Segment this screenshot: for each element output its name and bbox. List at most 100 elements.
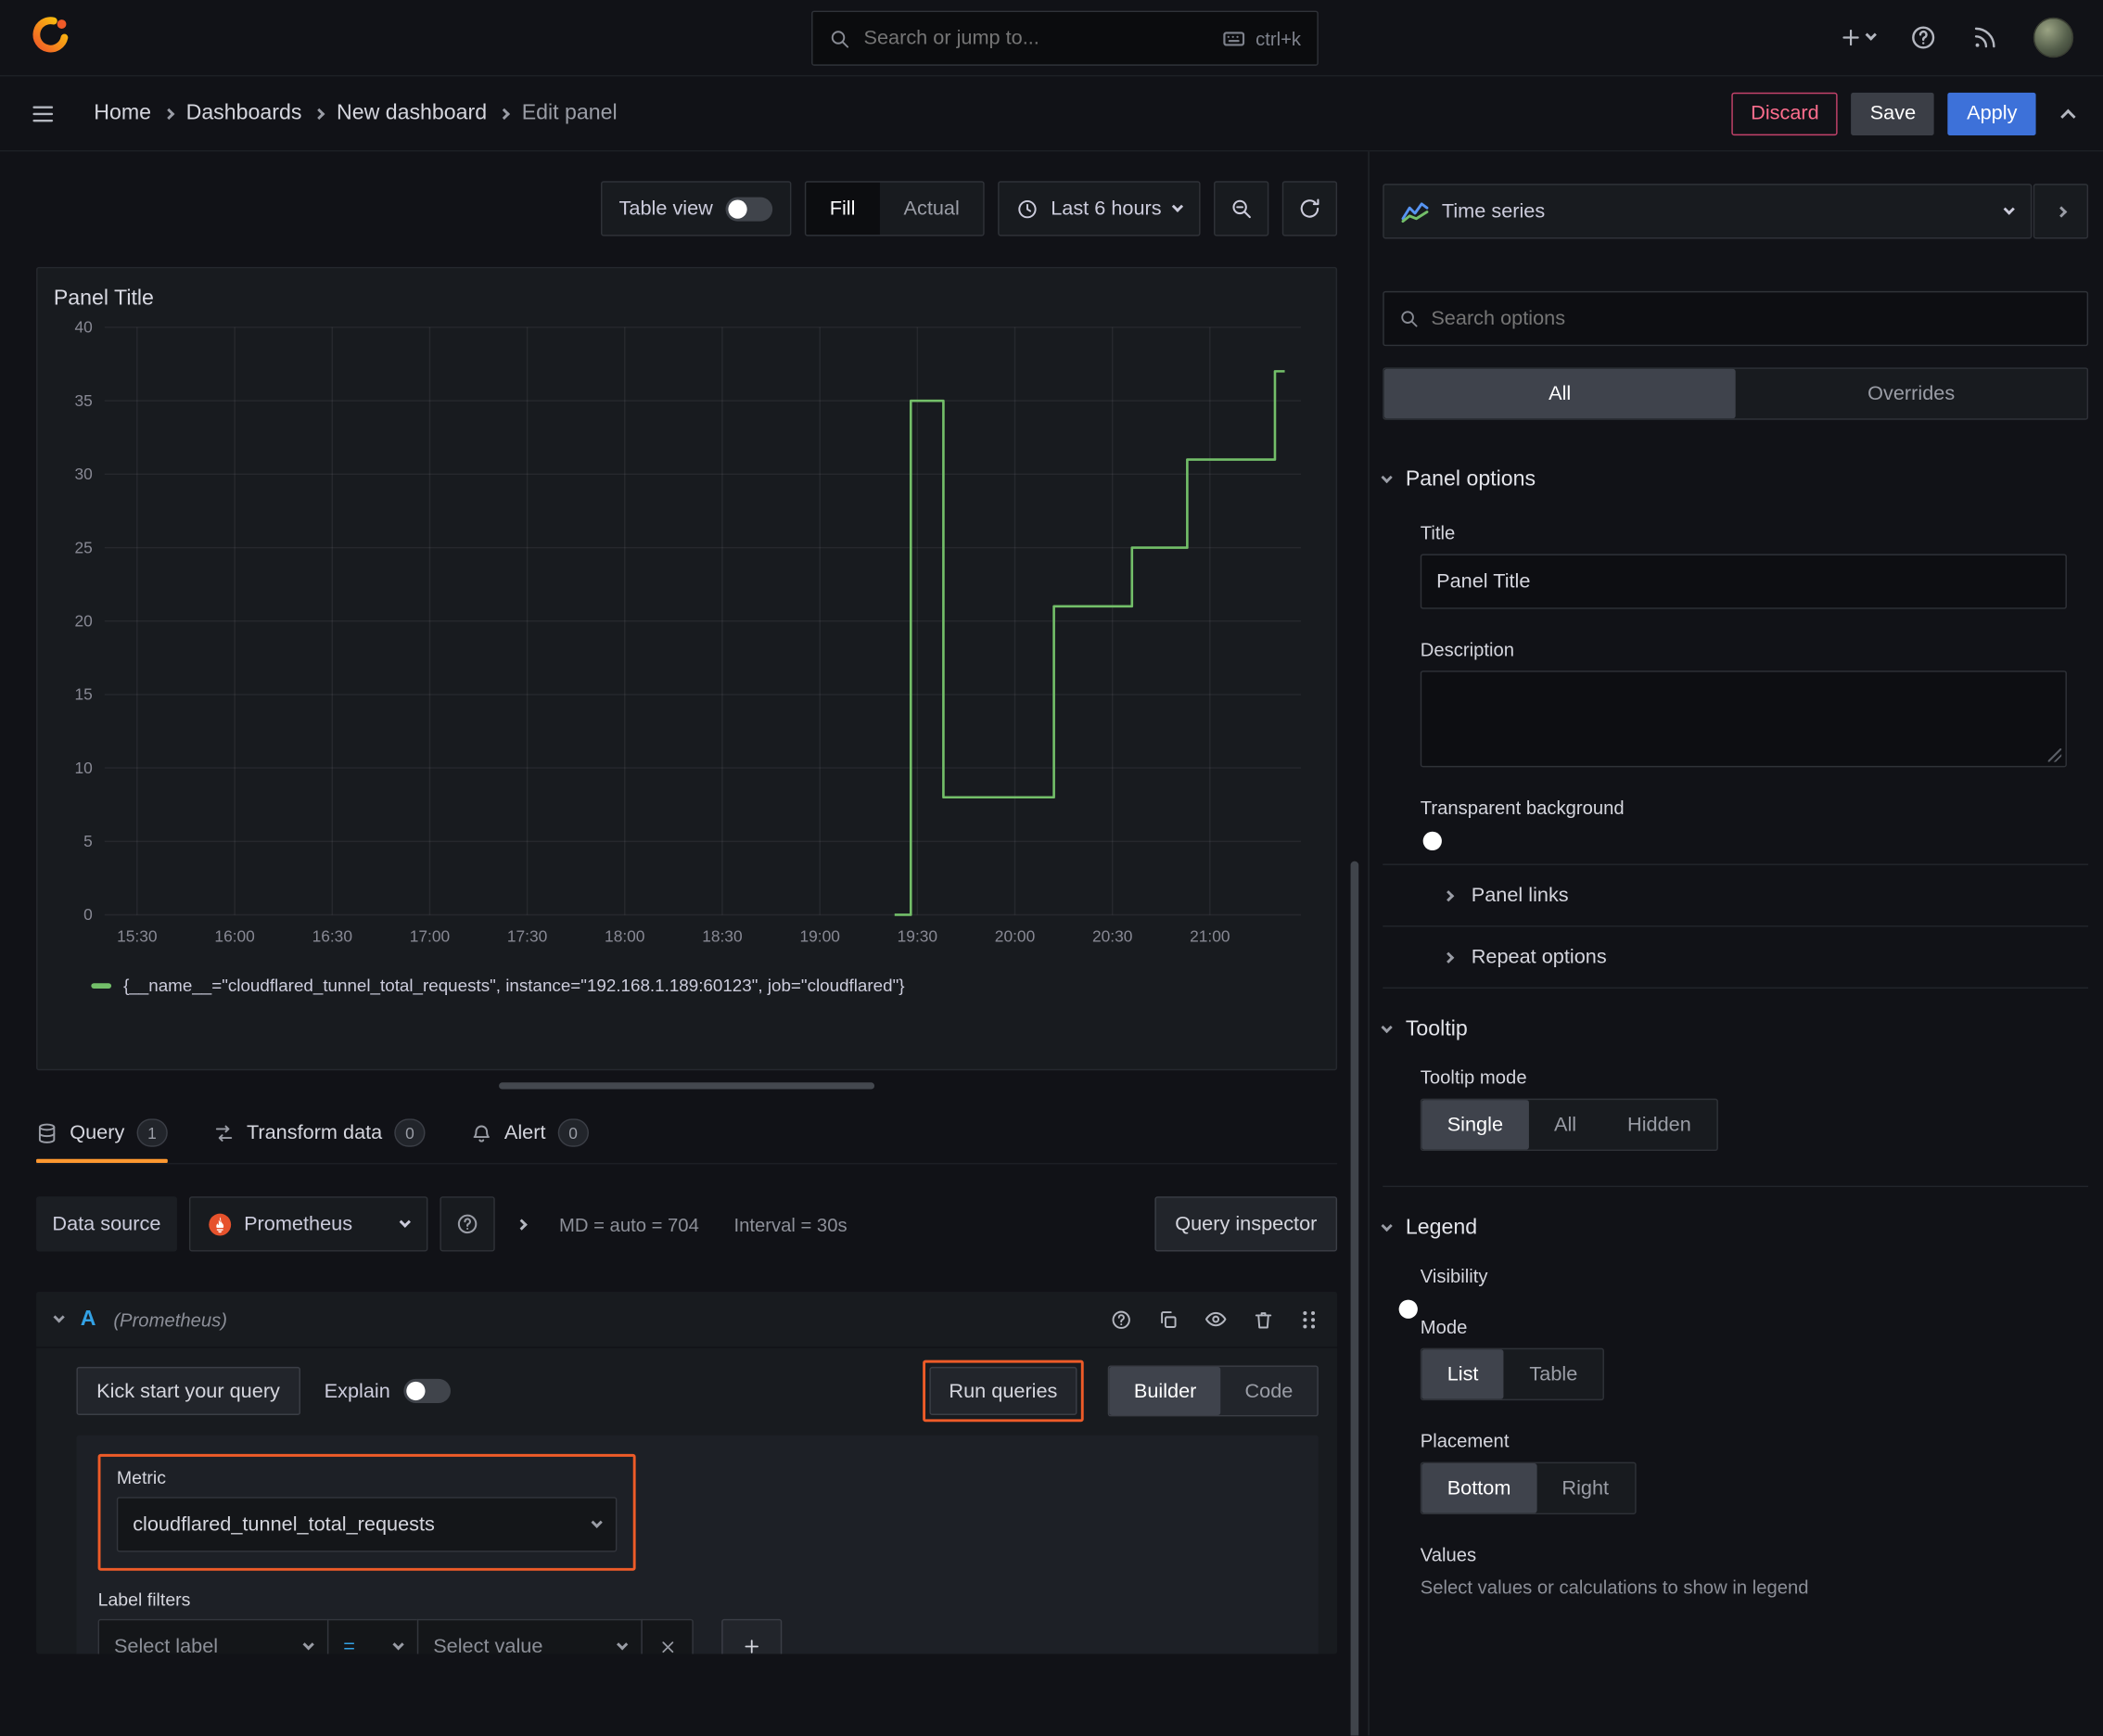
user-avatar[interactable] [2033,17,2074,58]
database-icon [38,1122,56,1143]
expand-query-options-button[interactable] [516,1218,528,1231]
global-search-input[interactable] [863,26,1209,50]
add-filter-button[interactable] [721,1618,783,1654]
options-search-input[interactable] [1431,307,2072,330]
tab-overrides[interactable]: Overrides [1736,369,2087,419]
run-queries-button[interactable]: Run queries [928,1366,1078,1415]
vertical-scrollbar[interactable] [1350,861,1359,1736]
search-icon [831,30,849,47]
svg-text:30: 30 [75,465,93,483]
tab-transform-data[interactable]: Transform data 0 [213,1103,426,1163]
svg-text:20:30: 20:30 [1092,926,1132,945]
svg-text:35: 35 [75,391,93,410]
query-options-summary: MD = auto = 704 Interval = 30s [559,1213,848,1234]
query-help-button[interactable] [1111,1308,1132,1330]
drag-query-handle[interactable] [1300,1308,1319,1330]
svg-text:17:30: 17:30 [507,926,547,945]
datasource-picker[interactable]: Prometheus [188,1196,428,1252]
options-filter-tabs: All Overrides [1383,367,2089,420]
interval: Interval = 30s [733,1213,848,1235]
fill-option[interactable]: Fill [805,182,880,236]
chevron-down-icon [1381,471,1393,484]
tab-all[interactable]: All [1383,368,1736,419]
options-search[interactable] [1383,290,2089,347]
repeat-options-section[interactable]: Repeat options [1383,925,2089,988]
timeseries-chart[interactable]: 0 5 10 15 20 25 30 35 40 15:30 16:00 16:30 17:00 17:3… [51,313,1319,954]
global-search[interactable]: ctrl+k [811,10,1319,66]
actual-option[interactable]: Actual [879,183,983,235]
collapse-header-button[interactable] [2060,106,2076,124]
remove-filter-button[interactable] [641,1618,694,1654]
datasource-help-button[interactable] [440,1196,495,1252]
panel-links-section[interactable]: Panel links [1383,863,2089,926]
chevron-down-icon [1381,1219,1393,1232]
breadcrumb-dashboards[interactable]: Dashboards [186,101,302,125]
visibility-label: Visibility [1420,1264,1488,1287]
alert-count-badge: 0 [557,1118,589,1147]
legend-mode-list[interactable]: List [1421,1349,1504,1399]
table-view-toggle[interactable] [724,196,772,221]
editor-tabs: Query 1 Transform data 0 Alert 0 [36,1103,1338,1165]
close-icon [661,1640,673,1653]
menu-toggle-button[interactable] [30,100,57,127]
zoom-out-button[interactable] [1214,181,1269,236]
explain-toggle[interactable] [403,1378,451,1403]
legend-placement-right[interactable]: Right [1536,1463,1635,1513]
kick-start-query-button[interactable]: Kick start your query [76,1366,300,1415]
repeat-options-label: Repeat options [1471,945,1607,969]
grafana-logo-icon [32,16,69,52]
query-inspector-button[interactable]: Query inspector [1154,1196,1338,1252]
code-mode-option[interactable]: Code [1220,1367,1317,1415]
breadcrumb-home[interactable]: Home [94,101,151,125]
select-label-dropdown[interactable]: Select label [97,1618,329,1654]
chevron-right-icon [313,108,325,120]
refresh-button[interactable] [1281,181,1338,236]
panel-title-input[interactable] [1420,554,2067,609]
discard-button[interactable]: Discard [1731,92,1838,135]
metric-select[interactable]: cloudflared_tunnel_total_requests [116,1497,618,1552]
select-value-dropdown[interactable]: Select value [416,1618,643,1654]
legend-item[interactable]: {__name__="cloudflared_tunnel_total_requ… [91,976,1322,995]
toggle-query-visibility-button[interactable] [1204,1308,1228,1331]
chevron-right-icon [1443,951,1455,964]
panel-options-header[interactable]: Panel options [1381,450,2088,512]
description-textarea[interactable] [1420,670,2067,768]
duplicate-query-button[interactable] [1157,1308,1179,1330]
search-icon [1401,311,1418,327]
svg-text:10: 10 [75,759,93,777]
add-new-button[interactable] [1839,25,1877,49]
operator-dropdown[interactable]: = [326,1618,419,1654]
svg-text:21:00: 21:00 [1190,926,1230,945]
visualization-picker[interactable]: Time series [1383,184,2033,239]
legend-header[interactable]: Legend [1381,1198,2088,1260]
help-button[interactable] [1910,24,1937,51]
tab-alert[interactable]: Alert 0 [471,1103,589,1163]
svg-text:19:30: 19:30 [898,926,937,945]
legend-mode-table[interactable]: Table [1504,1349,1603,1399]
builder-mode-option[interactable]: Builder [1109,1366,1221,1415]
delete-query-button[interactable] [1253,1308,1274,1330]
legend-placement-bottom[interactable]: Bottom [1421,1463,1536,1513]
panel-title: Panel Title [53,287,154,311]
tooltip-mode-all[interactable]: All [1529,1100,1602,1150]
panel-resize-handle[interactable] [499,1082,875,1090]
apply-button[interactable]: Apply [1947,92,2036,135]
save-button[interactable]: Save [1851,92,1935,135]
tab-query[interactable]: Query 1 [36,1103,168,1164]
table-view-control[interactable]: Table view [600,181,791,236]
chevron-down-icon [392,1638,404,1650]
collapse-options-pane-button[interactable] [2033,184,2089,239]
chart-panel: Panel Title 0 5 10 15 20 25 30 35 40 15:30 16:00 16… [36,266,1338,1071]
news-button[interactable] [1971,24,1998,51]
grafana-logo[interactable] [30,13,72,63]
query-count-badge: 1 [136,1118,168,1147]
help-circle-icon [1112,1309,1130,1329]
time-range-picker[interactable]: Last 6 hours [998,181,1201,236]
tooltip-mode-single[interactable]: Single [1421,1100,1529,1150]
query-header[interactable]: A (Prometheus) [36,1292,1338,1348]
tooltip-mode-hidden[interactable]: Hidden [1602,1100,1717,1150]
label-filters-block: Label filters Select label = Select valu… [97,1589,1297,1654]
breadcrumb-new-dashboard[interactable]: New dashboard [337,101,487,125]
svg-text:20: 20 [75,611,93,630]
tooltip-header[interactable]: Tooltip [1381,1000,2088,1062]
